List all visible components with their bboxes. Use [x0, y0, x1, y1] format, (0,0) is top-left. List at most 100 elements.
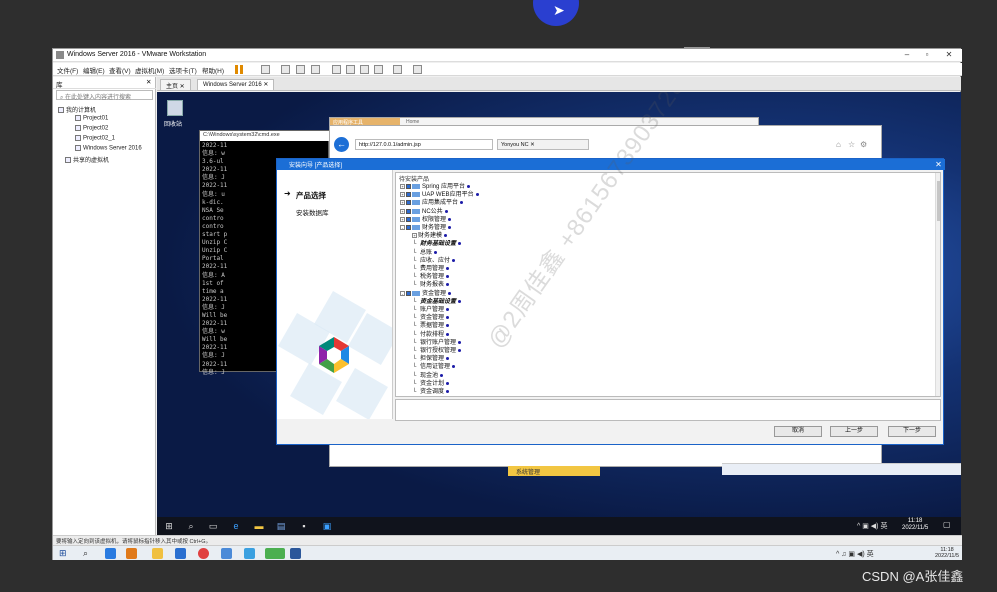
menu-vm[interactable]: 虚拟机(M) — [135, 65, 164, 75]
stretch-icon[interactable] — [413, 65, 422, 74]
menu-tabs[interactable]: 选项卡(T) — [169, 65, 197, 75]
revert-icon[interactable] — [296, 65, 305, 74]
menu-file[interactable]: 文件(F) — [57, 65, 78, 75]
product-tree[interactable]: 待安装产品 + Spring 应用平台 + UAP WEB应用平台 + 应用集成平台 + NC… — [395, 172, 941, 397]
dialog-close-icon[interactable]: ✕ — [933, 159, 944, 170]
cmd-taskbar-icon[interactable]: ▪ — [298, 520, 310, 532]
tree-node[interactable]: └ 账户管理 — [412, 306, 450, 314]
tree-node[interactable]: + Spring 应用平台 — [400, 183, 471, 191]
library-search-input[interactable]: ⌕ 在此处键入内容进行搜索 — [56, 90, 153, 101]
expand-icon[interactable]: + — [400, 208, 405, 214]
snapshot-icon[interactable] — [281, 65, 290, 74]
snapshot-manager-icon[interactable] — [311, 65, 320, 74]
tree-node[interactable]: └ 税务管理 — [412, 273, 450, 281]
tree-scrollbar[interactable] — [935, 173, 940, 396]
wechat-icon[interactable] — [265, 548, 285, 559]
thumbnail-view-icon[interactable] — [346, 65, 355, 74]
vmware-icon[interactable] — [126, 548, 137, 559]
tree-my-computer[interactable]: 我的计算机 — [58, 105, 96, 114]
menu-help[interactable]: 帮助(H) — [202, 65, 224, 75]
edge-icon[interactable] — [105, 548, 116, 559]
notification-icon[interactable]: ▢ — [943, 520, 951, 529]
home-icon[interactable]: ⌂ — [836, 140, 841, 149]
tree-node[interactable]: - 资金管理 — [400, 290, 452, 298]
checkbox[interactable] — [406, 224, 411, 230]
tree-node[interactable]: + 权限管理 — [400, 216, 452, 224]
network-app-icon[interactable] — [244, 548, 255, 559]
next-button[interactable]: 下一步 — [888, 426, 936, 437]
expand-icon[interactable]: + — [400, 216, 405, 222]
tree-node[interactable]: └ 应收、应付 — [412, 257, 456, 265]
recycle-bin-icon[interactable] — [167, 100, 183, 116]
tab-home[interactable]: 主页 ✕ — [160, 79, 191, 90]
library-view-icon[interactable] — [332, 65, 341, 74]
tree-node[interactable]: └ 担保管理 — [412, 355, 450, 363]
search-icon[interactable]: ⌕ — [185, 520, 197, 532]
tree-node[interactable]: + 应用集成平台 — [400, 199, 464, 207]
settings-icon[interactable]: ⚙ — [860, 140, 867, 149]
tree-project02-1[interactable]: Project02_1 — [75, 135, 115, 142]
maximize-icon[interactable]: ▫ — [917, 50, 937, 59]
collapse-icon[interactable]: - — [400, 224, 405, 230]
collapse-icon[interactable]: - — [400, 290, 405, 296]
guest-clock[interactable]: 11:18 2022/11/5 — [902, 518, 928, 532]
host-tray-icons[interactable]: ^ ♫ ▣ ◀) 英 — [836, 549, 874, 559]
browser-tab[interactable]: Yonyou NC ✕ — [497, 139, 589, 150]
ie-icon[interactable]: e — [230, 520, 242, 532]
explorer-icon[interactable]: ▬ — [253, 520, 265, 532]
tree-node[interactable]: └ 总账 — [412, 249, 438, 257]
tree-node[interactable]: └ 资金调度 — [412, 388, 450, 396]
menu-edit[interactable]: 编辑(E) — [83, 65, 105, 75]
tray-icons[interactable]: ^ ▣ ◀) 英 — [857, 521, 887, 531]
host-start-icon[interactable]: ⊞ — [59, 548, 67, 559]
cancel-button[interactable]: 取消 — [774, 426, 822, 437]
favorites-icon[interactable]: ☆ — [848, 140, 855, 149]
unity-icon[interactable] — [374, 65, 383, 74]
checkbox[interactable] — [406, 192, 411, 198]
tree-project01[interactable]: Project01 — [75, 115, 108, 122]
checkbox[interactable] — [406, 216, 411, 222]
tree-node[interactable]: └ 现金池 — [412, 372, 444, 380]
checkbox[interactable] — [406, 208, 411, 214]
tree-node[interactable]: └ 财务基础设置 — [412, 240, 462, 248]
word-icon[interactable] — [290, 548, 301, 559]
tree-node[interactable]: └ 银行授权管理 — [412, 347, 462, 355]
folder-icon[interactable] — [152, 548, 163, 559]
tree-node[interactable]: - 财务管理 — [400, 224, 452, 232]
tree-node[interactable]: └ 付款排程 — [412, 331, 450, 339]
host-search-icon[interactable]: ⌕ — [83, 548, 88, 559]
tree-node[interactable]: └ 银行账户管理 — [412, 339, 462, 347]
tree-node[interactable]: └ 票据管理 — [412, 322, 450, 330]
tree-node[interactable]: └ 信用证管理 — [412, 363, 456, 371]
tree-node[interactable]: └ 费用管理 — [412, 265, 450, 273]
tree-shared-vms[interactable]: 共享的虚拟机 — [65, 155, 109, 164]
tree-node[interactable]: └ 资金计划 — [412, 380, 450, 388]
expand-icon[interactable]: + — [400, 200, 405, 206]
expand-icon[interactable]: + — [412, 233, 417, 239]
expand-icon[interactable]: + — [400, 183, 405, 189]
menu-view[interactable]: 查看(V) — [109, 65, 131, 75]
tree-node[interactable]: + 财务建模 — [412, 232, 448, 240]
task-view-icon[interactable]: ▭ — [207, 520, 219, 532]
scroll-thumb[interactable] — [937, 181, 940, 221]
minimize-icon[interactable]: – — [897, 50, 917, 59]
guest-screen[interactable]: 回收站 C:\Windows\system32\cmd.exe 2022-11 信… — [157, 92, 961, 535]
tree-node[interactable]: └ 资金管理 — [412, 314, 450, 322]
back-icon[interactable]: ← — [334, 137, 349, 152]
pause-icon[interactable] — [235, 65, 243, 74]
send-keys-icon[interactable] — [261, 65, 270, 74]
checkbox[interactable] — [406, 183, 411, 189]
previous-button[interactable]: 上一步 — [830, 426, 878, 437]
address-bar[interactable]: http://127.0.0.1/admin.jsp — [355, 139, 493, 150]
host-clock[interactable]: 11:18 2022/11/5 — [935, 547, 959, 559]
server-manager-icon[interactable]: ▤ — [275, 520, 287, 532]
remote-desktop-icon[interactable] — [221, 548, 232, 559]
checkbox[interactable] — [406, 200, 411, 206]
checkbox[interactable] — [406, 290, 411, 296]
tree-node[interactable]: + UAP WEB应用平台 — [400, 191, 479, 199]
installer-dialog[interactable]: 安装向导 [产品选择] ✕ ➜ 产品选择 安装数据库 待安装产品 + Sprin… — [276, 92, 945, 445]
app-icon[interactable] — [175, 548, 186, 559]
start-icon[interactable]: ⊞ — [163, 520, 175, 532]
close-icon[interactable]: ✕ — [939, 50, 959, 59]
expand-icon[interactable]: + — [400, 192, 405, 198]
